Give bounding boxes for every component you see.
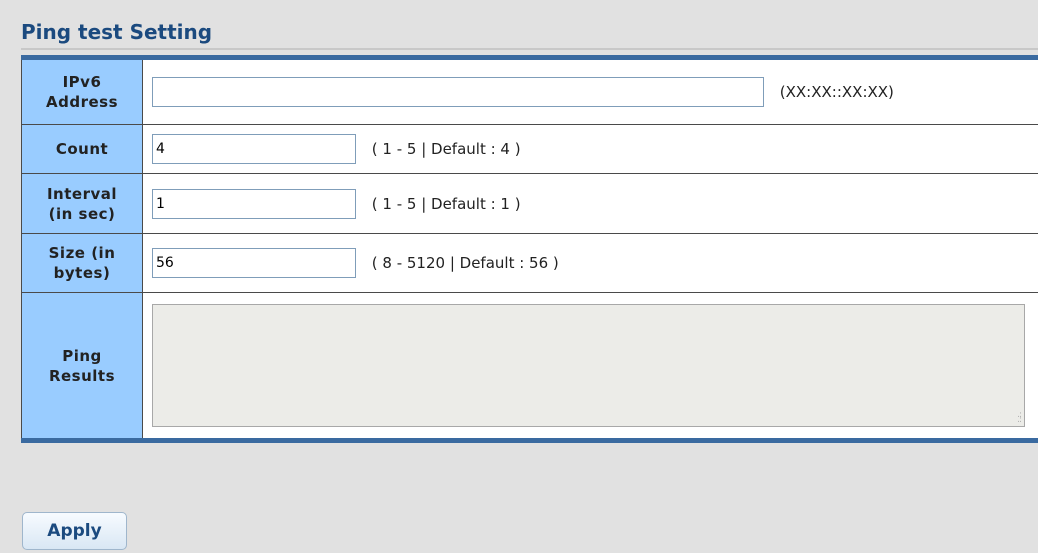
count-input[interactable] <box>152 134 356 164</box>
ping-results-textarea[interactable]: .:.: <box>152 304 1025 427</box>
size-input[interactable] <box>152 248 356 278</box>
interval-input[interactable] <box>152 188 356 219</box>
ipv6-address-hint: (XX:XX::XX:XX) <box>779 83 894 101</box>
ipv6-address-input[interactable] <box>152 77 764 107</box>
title-divider <box>21 48 1038 50</box>
count-hint: ( 1 - 5 | Default : 4 ) <box>371 140 521 158</box>
interval-row: Interval (in sec) ( 1 - 5 | Default : 1 … <box>21 173 1038 234</box>
ipv6-label-line1: IPv6 <box>62 73 102 91</box>
count-row: Count ( 1 - 5 | Default : 4 ) <box>21 124 1038 174</box>
ipv6-address-label: IPv6 Address <box>21 57 143 125</box>
size-label: Size (in bytes) <box>21 233 143 293</box>
ping-test-page: Ping test Setting IPv6 Address (XX:XX::X… <box>0 0 1038 553</box>
ping-results-value-cell: .:.: <box>142 292 1038 441</box>
interval-label: Interval (in sec) <box>21 173 143 234</box>
results-label-line2: Results <box>48 366 116 385</box>
size-label-line2: bytes) <box>53 264 111 282</box>
ping-settings-table: IPv6 Address (XX:XX::XX:XX) Count ( 1 - … <box>21 55 1038 443</box>
results-label-line1: Ping <box>62 346 102 365</box>
interval-label-line2: (in sec) <box>48 204 116 223</box>
interval-hint: ( 1 - 5 | Default : 1 ) <box>371 194 521 213</box>
ipv6-address-value-cell: (XX:XX::XX:XX) <box>142 57 1038 125</box>
size-label-line1: Size (in <box>48 244 116 262</box>
count-value-cell: ( 1 - 5 | Default : 4 ) <box>142 124 1038 174</box>
ipv6-label-line2: Address <box>45 93 118 111</box>
section-title: Ping test Setting <box>21 20 213 44</box>
count-label: Count <box>21 124 143 174</box>
resize-grip-icon[interactable]: .:.: <box>1011 411 1022 425</box>
size-row: Size (in bytes) ( 8 - 5120 | Default : 5… <box>21 233 1038 293</box>
interval-label-line1: Interval <box>46 184 118 203</box>
size-value-cell: ( 8 - 5120 | Default : 56 ) <box>142 233 1038 293</box>
apply-button[interactable]: Apply <box>22 512 127 550</box>
size-hint: ( 8 - 5120 | Default : 56 ) <box>371 254 559 272</box>
interval-value-cell: ( 1 - 5 | Default : 1 ) <box>142 173 1038 234</box>
ipv6-address-row: IPv6 Address (XX:XX::XX:XX) <box>21 57 1038 125</box>
ping-results-label: Ping Results <box>21 292 143 441</box>
ping-results-row: Ping Results .:.: <box>21 292 1038 441</box>
